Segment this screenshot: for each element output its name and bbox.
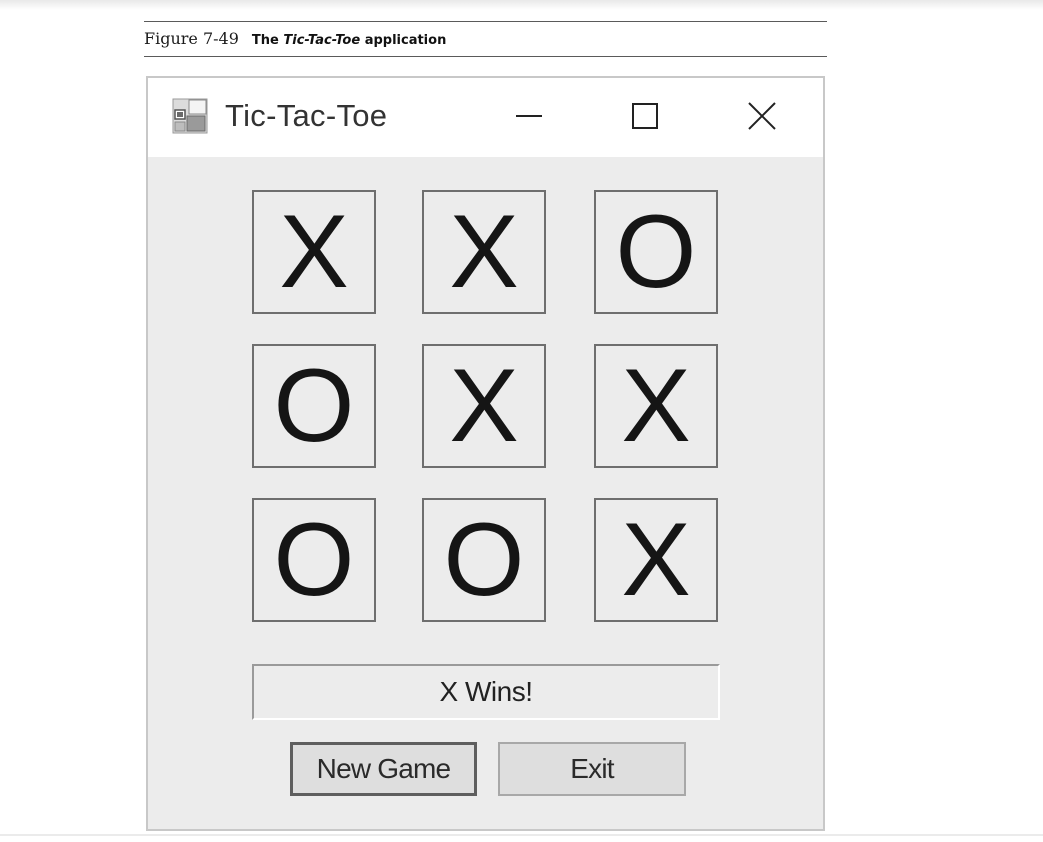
page-top-shade — [0, 0, 1043, 10]
minimize-button[interactable] — [509, 96, 549, 136]
board-cell-6[interactable]: X — [594, 344, 718, 468]
board-cell-2[interactable]: X — [422, 190, 546, 314]
caption-bottom-rule — [144, 56, 827, 57]
figure-title-prefix: The — [251, 33, 279, 48]
caption-top-rule — [144, 21, 827, 22]
board-cell-3[interactable]: O — [594, 190, 718, 314]
board-cell-9[interactable]: X — [594, 498, 718, 622]
app-form-icon — [172, 98, 208, 134]
new-game-button[interactable]: New Game — [290, 742, 477, 796]
board-cell-5[interactable]: X — [422, 344, 546, 468]
app-window: Tic-Tac-Toe X X O O X X O O X X Wins! Ne… — [146, 76, 825, 831]
minimize-icon — [516, 115, 542, 117]
page-bottom-line — [0, 834, 1043, 836]
board-cell-8[interactable]: O — [422, 498, 546, 622]
board-cell-4[interactable]: O — [252, 344, 376, 468]
close-button[interactable] — [742, 96, 782, 136]
board-cell-1[interactable]: X — [252, 190, 376, 314]
game-status-label: X Wins! — [252, 664, 720, 720]
close-icon — [748, 102, 776, 130]
figure-title: The Tic-Tac-Toe application — [252, 33, 446, 48]
maximize-icon — [632, 103, 658, 129]
maximize-button[interactable] — [625, 96, 665, 136]
figure-title-app: Tic-Tac-Toe — [283, 33, 361, 48]
figure-number: Figure 7-49 — [144, 29, 239, 48]
board-cell-7[interactable]: O — [252, 498, 376, 622]
window-title: Tic-Tac-Toe — [225, 98, 388, 133]
title-bar: Tic-Tac-Toe — [148, 78, 823, 157]
figure-title-suffix: application — [364, 33, 447, 48]
figure-caption: Figure 7-49 The Tic-Tac-Toe application — [144, 29, 446, 51]
exit-button[interactable]: Exit — [498, 742, 686, 796]
